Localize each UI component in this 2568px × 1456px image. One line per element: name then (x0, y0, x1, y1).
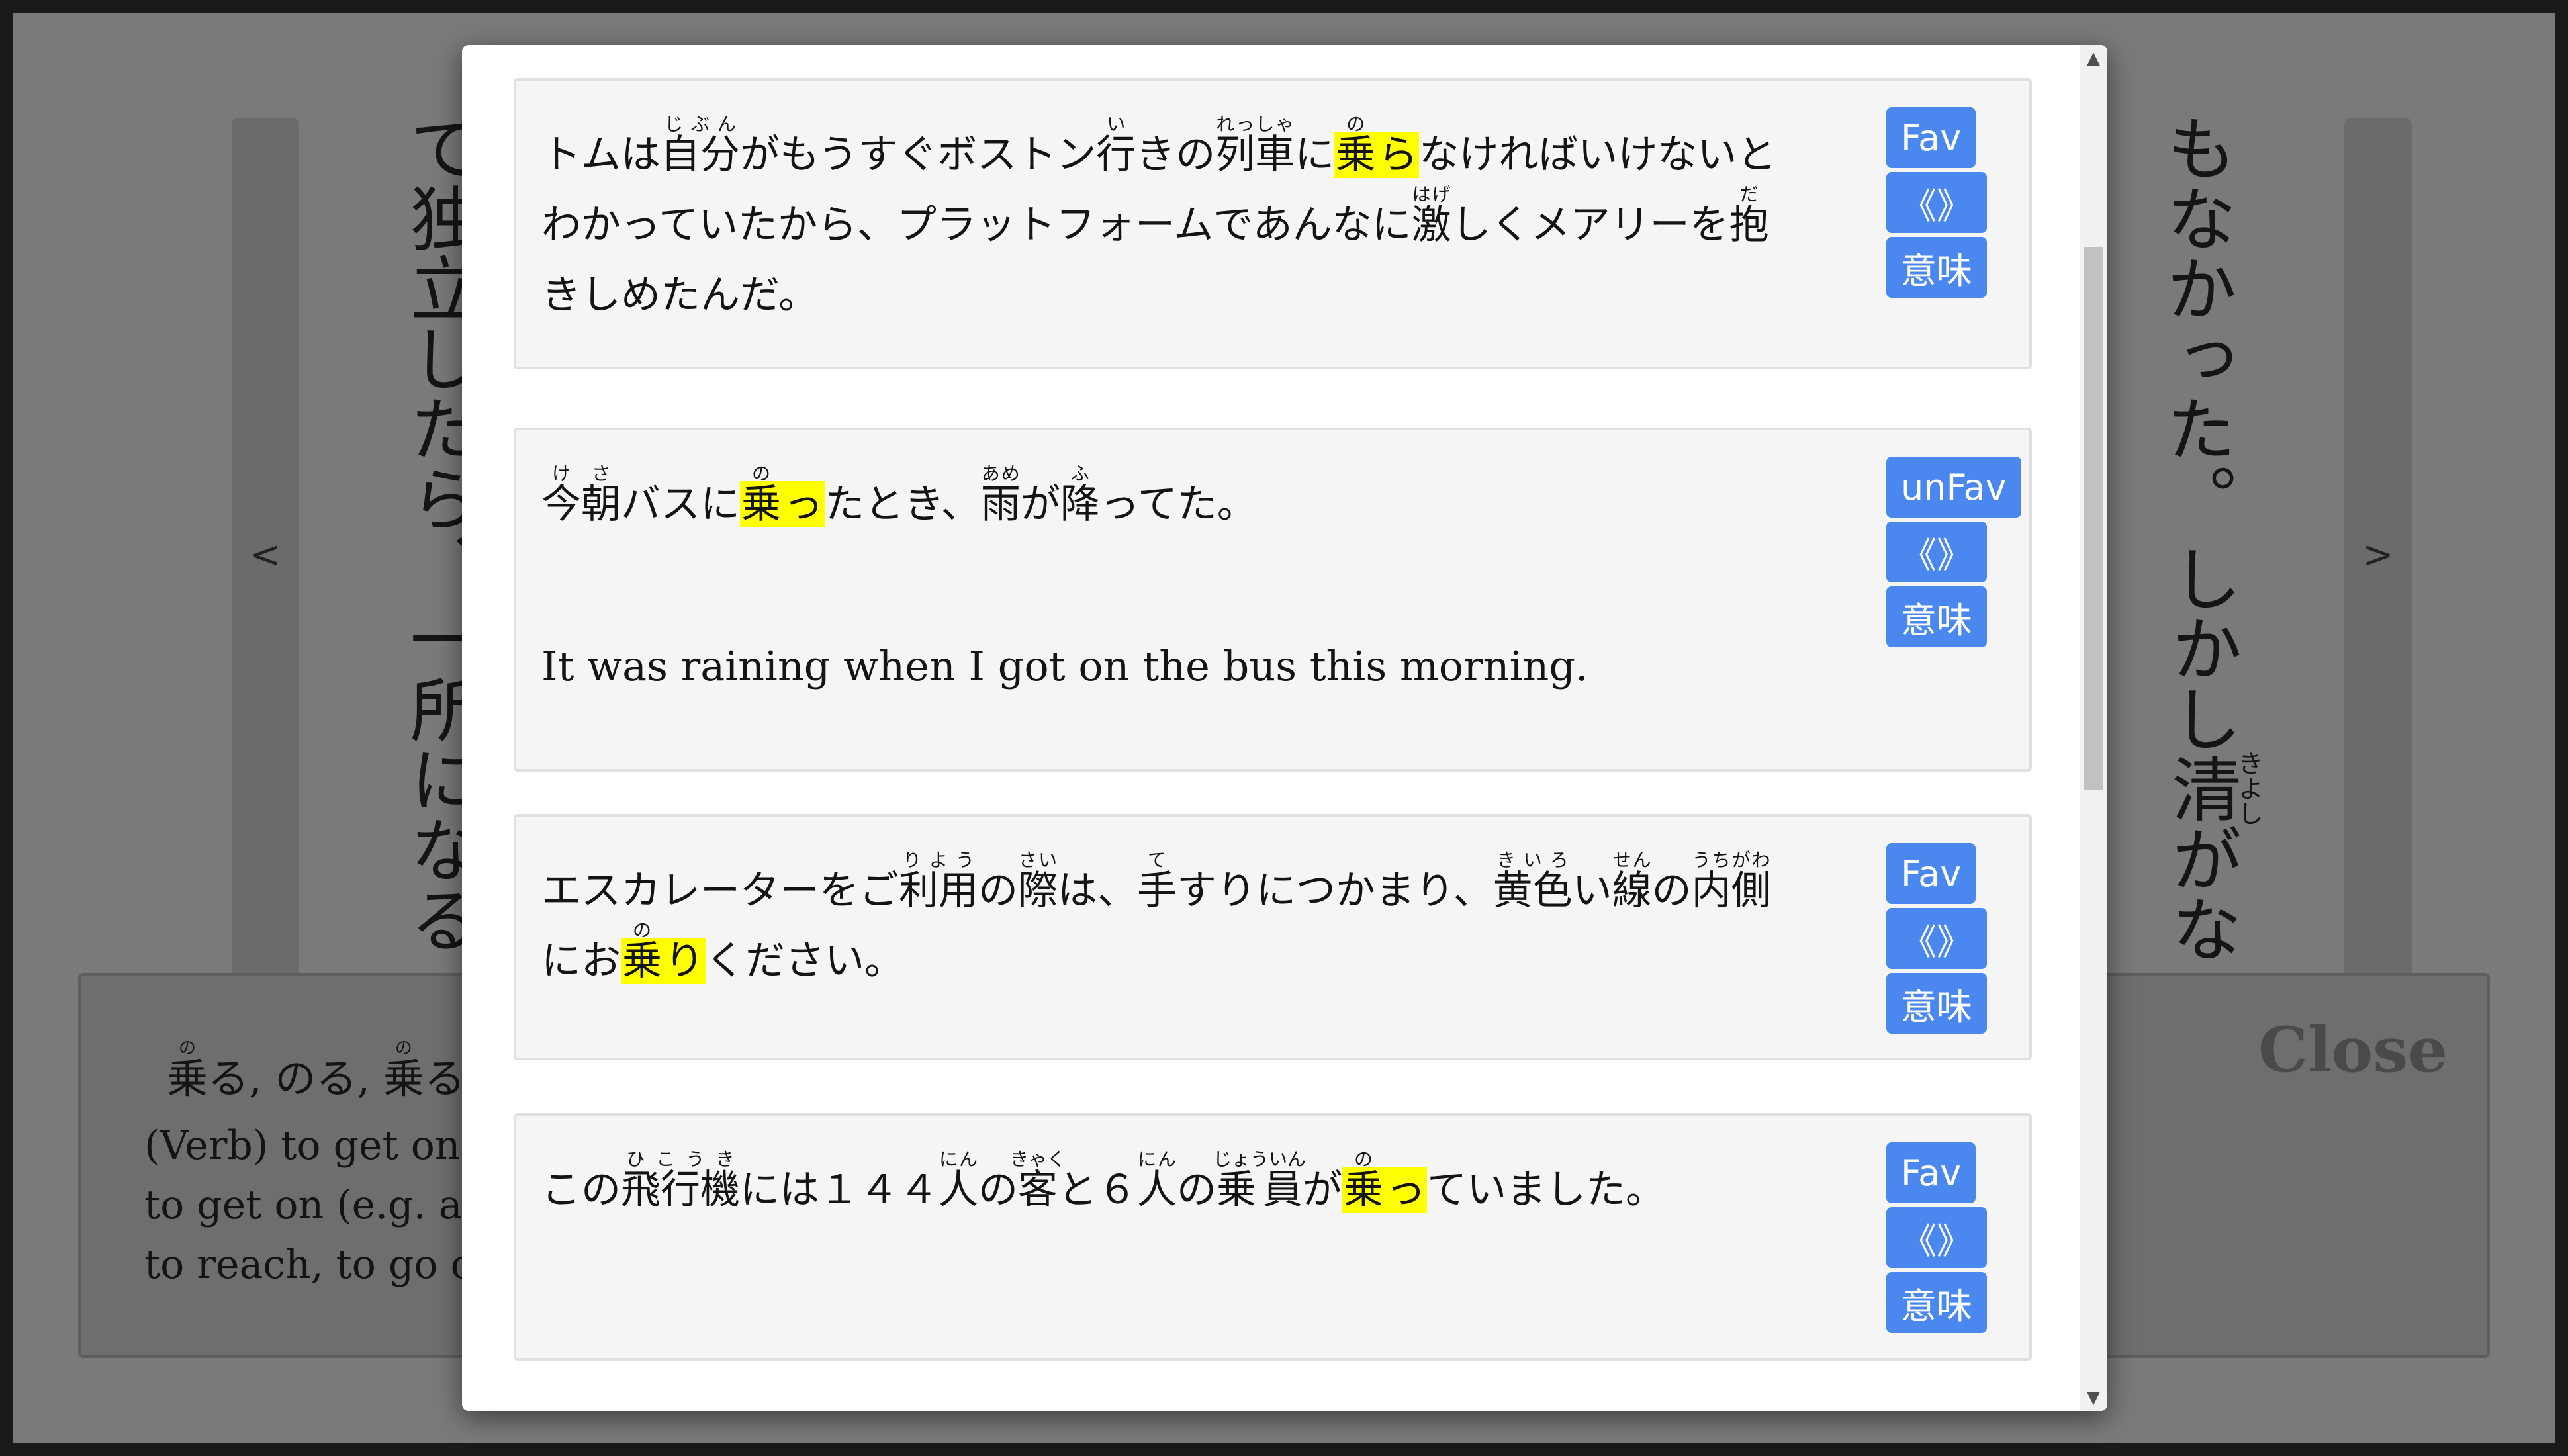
prev-page-button[interactable]: < (232, 118, 299, 991)
meaning-button[interactable]: 意味 (1886, 237, 1987, 298)
examples-button[interactable]: 《》 (1886, 172, 1987, 233)
scroll-up-icon[interactable]: ▲ (2080, 45, 2107, 71)
highlighted-word: 乗の (740, 463, 782, 527)
scroll-down-icon[interactable]: ▼ (2080, 1385, 2107, 1411)
highlighted-word: 乗の (1342, 1148, 1385, 1213)
example-card: エスカレーターをご利用りようの際さいは、手てすりにつかまり、黄色きいろい線せんの… (514, 814, 2032, 1060)
example-card: 今朝けさバスに乗のったとき、雨あめが降ふってた。 It was raining w… (514, 428, 2032, 772)
example-card: トムは自分じぶんがもうすぐボストン行いきの列車れっしゃに乗のらなければいけないと… (514, 78, 2032, 369)
dictionary-heading: 乗のる, のる, 乗のる (167, 1038, 465, 1103)
highlighted-word: っ (1385, 1167, 1428, 1213)
example-sentence: 今朝けさバスに乗のったとき、雨あめが降ふってた。 (541, 463, 1257, 527)
meaning-button[interactable]: 意味 (1886, 1272, 1987, 1333)
highlighted-word: り (663, 938, 706, 984)
examples-button[interactable]: 《》 (1886, 522, 1987, 582)
card-actions: Fav 《》 意味 (1886, 843, 1987, 1034)
examples-button[interactable]: 《》 (1886, 1207, 1987, 1268)
highlighted-word: 乗の (621, 919, 663, 984)
meaning-button[interactable]: 意味 (1886, 586, 1987, 647)
card-actions: Fav 《》 意味 (1886, 1142, 1987, 1333)
example-sentence: トムは自分じぶんがもうすぐボストン行いきの列車れっしゃに乗のらなければいけないと… (541, 113, 1777, 318)
unfav-button[interactable]: unFav (1886, 457, 2021, 518)
close-button[interactable]: Close (2258, 1014, 2448, 1087)
card-actions: Fav 《》 意味 (1886, 107, 1987, 298)
next-page-button[interactable]: > (2344, 118, 2412, 991)
reader-text-right-1: もなかった。 (2154, 113, 2236, 533)
highlighted-word: っ (782, 481, 825, 527)
chevron-left-icon: < (250, 533, 281, 576)
reader-text-right-2: しかし清きよしがな (2160, 543, 2264, 964)
fav-button[interactable]: Fav (1886, 1142, 1976, 1203)
scroll-thumb[interactable] (2084, 247, 2103, 790)
meaning-button[interactable]: 意味 (1886, 973, 1987, 1034)
example-card: この飛行機ひこうきには１４４人にんの客きゃくと６人にんの乗員じょういんが乗のって… (514, 1113, 2032, 1361)
example-sentence: この飛行機ひこうきには１４４人にんの客きゃくと６人にんの乗員じょういんが乗のって… (541, 1148, 1666, 1213)
modal-scrollbar[interactable]: ▲ ▼ (2080, 45, 2107, 1411)
fav-button[interactable]: Fav (1886, 107, 1976, 168)
examples-button[interactable]: 《》 (1886, 908, 1987, 969)
example-sentences-modal: トムは自分じぶんがもうすぐボストン行いきの列車れっしゃに乗のらなければいけないと… (462, 45, 2107, 1411)
chevron-right-icon: > (2362, 533, 2394, 576)
card-actions: unFav 《》 意味 (1886, 457, 2021, 647)
highlighted-word: 乗の (1334, 113, 1377, 178)
highlighted-word: ら (1377, 132, 1420, 178)
sentence-translation: It was raining when I got on the bus thi… (541, 642, 1588, 690)
fav-button[interactable]: Fav (1886, 843, 1976, 904)
example-sentence: エスカレーターをご利用りようの際さいは、手てすりにつかまり、黄色きいろい線せんの… (541, 849, 1771, 984)
